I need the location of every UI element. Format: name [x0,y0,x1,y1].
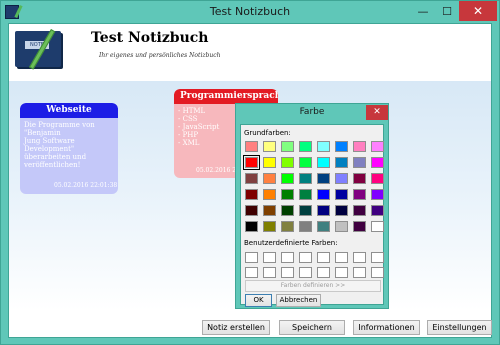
color-swatch[interactable] [281,141,294,152]
color-swatch[interactable] [263,189,276,200]
color-swatch[interactable] [317,141,330,152]
dialog-content: Grundfarben: Benutzerdefinierte Farben: … [240,124,384,307]
basic-colors-label: Grundfarben: [244,129,291,137]
custom-color-swatch[interactable] [353,252,366,263]
custom-color-swatch[interactable] [353,267,366,278]
color-swatch[interactable] [317,173,330,184]
custom-color-swatch[interactable] [299,267,312,278]
color-swatch[interactable] [299,173,312,184]
note-title: Programmiersprachen [174,89,278,104]
color-dialog: Farbe ✕ Grundfarben: Benutzerdefinierte … [235,103,389,309]
app-subtitle: Ihr eigenes und persönliches Notizbuch [99,52,221,59]
main-window: Test Notizbuch — ☐ ✕ NOTE BOOK Test Noti… [0,0,500,345]
color-swatch[interactable] [245,205,258,216]
color-swatch[interactable] [317,221,330,232]
color-swatch[interactable] [335,189,348,200]
color-swatch[interactable] [243,155,260,170]
color-swatch[interactable] [245,189,258,200]
settings-button[interactable]: Einstellungen [427,320,492,335]
custom-color-swatch[interactable] [263,252,276,263]
custom-colors-grid [245,252,384,278]
color-swatch[interactable] [317,157,330,168]
color-swatch[interactable] [353,141,366,152]
info-button[interactable]: Informationen [353,320,420,335]
color-swatch[interactable] [299,189,312,200]
color-swatch[interactable] [281,205,294,216]
color-swatch[interactable] [371,221,384,232]
color-swatch[interactable] [245,173,258,184]
color-swatch[interactable] [335,221,348,232]
custom-color-swatch[interactable] [281,267,294,278]
color-swatch[interactable] [245,221,258,232]
color-swatch[interactable] [281,157,294,168]
color-swatch[interactable] [371,189,384,200]
custom-color-swatch[interactable] [317,252,330,263]
custom-color-swatch[interactable] [371,252,384,263]
custom-color-swatch[interactable] [245,267,258,278]
define-colors-button[interactable]: Farben definieren >> [245,280,381,292]
color-swatch[interactable] [281,221,294,232]
color-swatch[interactable] [371,141,384,152]
custom-color-swatch[interactable] [299,252,312,263]
color-swatch[interactable] [335,141,348,152]
note-line: Die Programme von "Benjamin [24,121,95,137]
app-title: Test Notizbuch [91,30,209,46]
color-swatch[interactable] [317,205,330,216]
custom-color-swatch[interactable] [281,252,294,263]
color-swatch[interactable] [335,205,348,216]
color-swatch[interactable] [299,205,312,216]
dialog-close-button[interactable]: ✕ [366,105,388,120]
color-swatch[interactable] [299,157,312,168]
color-swatch[interactable] [353,205,366,216]
note-title: Webseite [20,103,118,118]
custom-color-swatch[interactable] [263,267,276,278]
color-swatch[interactable] [263,221,276,232]
color-swatch[interactable] [263,173,276,184]
title-bar[interactable]: Test Notizbuch — ☐ ✕ [1,1,499,23]
color-swatch[interactable] [353,221,366,232]
custom-color-swatch[interactable] [245,252,258,263]
color-swatch[interactable] [335,173,348,184]
color-swatch[interactable] [299,141,312,152]
maximize-button[interactable]: ☐ [435,1,459,21]
note-card-webseite[interactable]: Webseite Die Programme von "Benjamin Jun… [20,103,118,194]
custom-color-swatch[interactable] [335,252,348,263]
note-body: Die Programme von "Benjamin Jung Softwar… [20,118,118,172]
color-swatch[interactable] [263,205,276,216]
close-button[interactable]: ✕ [459,1,497,21]
ok-button[interactable]: OK [245,294,272,307]
note-date: 05.02.2016 22:01:38 [54,182,118,189]
color-swatch[interactable] [353,189,366,200]
basic-colors-grid [243,141,384,232]
minimize-button[interactable]: — [411,1,435,21]
note-line: Jung Software Development" [24,137,75,153]
color-swatch[interactable] [371,173,384,184]
color-swatch[interactable] [281,173,294,184]
color-swatch[interactable] [281,189,294,200]
color-swatch[interactable] [371,205,384,216]
custom-color-swatch[interactable] [335,267,348,278]
color-swatch[interactable] [371,157,384,168]
notebook-logo: NOTE BOOK [15,29,73,70]
color-swatch[interactable] [245,141,258,152]
cancel-button[interactable]: Abbrechen [276,294,321,307]
create-note-button[interactable]: Notiz erstellen [202,320,270,335]
custom-colors-label: Benutzerdefinierte Farben: [244,239,338,247]
color-swatch[interactable] [353,173,366,184]
color-swatch[interactable] [263,141,276,152]
color-swatch[interactable] [263,157,276,168]
color-swatch[interactable] [335,157,348,168]
color-swatch[interactable] [299,221,312,232]
note-line: überarbeiten und veröffentlichen! [24,153,87,169]
custom-color-swatch[interactable] [371,267,384,278]
color-swatch[interactable] [353,157,366,168]
color-swatch[interactable] [317,189,330,200]
save-button[interactable]: Speichern [279,320,345,335]
custom-color-swatch[interactable] [317,267,330,278]
